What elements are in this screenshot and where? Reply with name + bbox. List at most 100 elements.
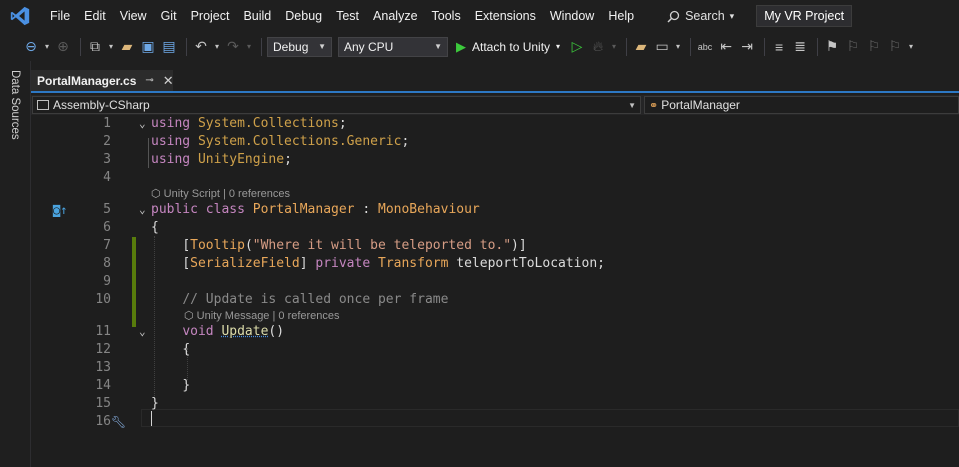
previous-bookmark-icon[interactable]: ⚐ <box>844 38 862 56</box>
keyword: class <box>205 202 245 217</box>
new-project-icon[interactable]: ⧉ <box>86 38 104 56</box>
chevron-down-icon: ▼ <box>318 42 326 51</box>
menu-file[interactable]: File <box>43 0 77 32</box>
menu-window[interactable]: Window <box>543 0 601 32</box>
punctuation: } <box>182 378 191 393</box>
menu-test[interactable]: Test <box>329 0 366 32</box>
undo-icon[interactable]: ↶ <box>192 38 210 56</box>
menu-help[interactable]: Help <box>601 0 641 32</box>
dropdown-arrow-icon[interactable]: ▾ <box>43 38 51 56</box>
collapse-icon[interactable]: ⌄ <box>139 115 146 133</box>
line-number: 15 <box>95 396 111 411</box>
dropdown-arrow-icon[interactable]: ▾ <box>213 38 221 56</box>
codelens-class[interactable]: ⬡ Unity Script | 0 references <box>151 187 290 201</box>
toolbar-separator <box>626 37 628 56</box>
save-all-icon[interactable]: ▤ <box>160 38 178 56</box>
solution-configuration-select[interactable]: Debug ▼ <box>267 36 332 57</box>
punctuation: ] <box>299 256 308 271</box>
solution-explorer-icon[interactable]: ▰ <box>632 38 650 56</box>
navigate-back-icon[interactable]: ⊖ <box>22 38 40 56</box>
menu-tools[interactable]: Tools <box>425 0 468 32</box>
save-icon[interactable]: ▣ <box>139 38 157 56</box>
open-folder-icon[interactable]: ▰ <box>118 38 136 56</box>
comment-lines-icon[interactable]: ≡ <box>770 38 788 56</box>
keyword: public <box>151 202 198 217</box>
window-layout-icon[interactable]: ▭ <box>653 38 671 56</box>
keyword: private <box>315 256 371 271</box>
punctuation: { <box>182 342 191 357</box>
member-dropdown[interactable]: ⚭ PortalManager <box>644 96 959 114</box>
hot-reload-icon[interactable]: 🔥︎ <box>589 38 607 56</box>
uncomment-lines-icon[interactable]: ≣ <box>791 38 809 56</box>
navigation-bar: Assembly-CSharp ▼ ⚭ PortalManager <box>31 95 959 115</box>
attribute-name: SerializeField <box>190 256 300 271</box>
attribute-name: Tooltip <box>190 238 245 253</box>
code-line: 12 { <box>31 341 959 359</box>
unity-icon: ⬡ <box>184 310 194 322</box>
member-label: PortalManager <box>661 98 740 112</box>
collapse-icon[interactable]: ⌄ <box>139 201 146 219</box>
punctuation: )] <box>511 238 527 253</box>
punctuation: [ <box>182 238 191 253</box>
close-icon[interactable]: ✕ <box>163 73 174 89</box>
start-without-debugging-icon[interactable]: ▷ <box>568 38 586 56</box>
string-literal: "Where it will be teleported to." <box>252 238 512 253</box>
code-line: 7 [Tooltip("Where it will be teleported … <box>31 237 959 255</box>
tab-portalmanager[interactable]: PortalManager.cs ⊸ ✕ <box>31 70 174 91</box>
menu-edit[interactable]: Edit <box>77 0 113 32</box>
bookmark-icon[interactable]: ⚑ <box>823 38 841 56</box>
redo-icon[interactable]: ↷ <box>224 38 242 56</box>
punctuation: ; <box>401 134 410 149</box>
punctuation: { <box>151 220 159 235</box>
punctuation: ( <box>244 238 253 253</box>
line-number: 1 <box>103 116 111 131</box>
attach-to-unity-button[interactable]: ▶ Attach to Unity ▾ <box>456 39 560 55</box>
clear-bookmarks-icon[interactable]: ⚐ <box>886 38 904 56</box>
keyword: using <box>151 116 191 131</box>
menu-extensions[interactable]: Extensions <box>468 0 543 32</box>
dropdown-arrow-icon[interactable]: ▾ <box>107 38 115 56</box>
menu-project[interactable]: Project <box>184 0 237 32</box>
menu-debug[interactable]: Debug <box>278 0 329 32</box>
code-line: 16 🔧︎ <box>31 413 959 431</box>
menu-build[interactable]: Build <box>236 0 278 32</box>
codelens-method[interactable]: ⬡ Unity Message | 0 references <box>184 309 340 323</box>
next-bookmark-icon[interactable]: ⚐ <box>865 38 883 56</box>
punctuation: ; <box>284 152 292 167</box>
dropdown-arrow-icon[interactable]: ▾ <box>245 38 253 56</box>
visual-studio-logo-icon[interactable] <box>9 5 31 27</box>
indent-icon[interactable]: ⇤ <box>717 38 735 56</box>
line-number: 8 <box>103 256 111 271</box>
dropdown-arrow-icon[interactable]: ▾ <box>610 38 618 56</box>
solution-name-badge[interactable]: My VR Project <box>756 5 853 27</box>
line-number: 10 <box>95 292 111 307</box>
chevron-down-icon: ▾ <box>729 10 735 21</box>
class-name: PortalManager <box>252 202 355 217</box>
data-sources-tab[interactable]: Data Sources <box>9 70 21 140</box>
outdent-icon[interactable]: ⇥ <box>738 38 756 56</box>
solution-platform-select[interactable]: Any CPU ▼ <box>338 36 448 57</box>
punctuation: ; <box>597 256 605 271</box>
collapse-icon[interactable]: ⌄ <box>139 323 146 341</box>
code-text-area[interactable]: 1 ⌄ using System.Collections; 2 using Sy… <box>31 115 959 467</box>
navigate-forward-icon[interactable]: ⊕ <box>54 38 72 56</box>
chevron-down-icon[interactable]: ▾ <box>556 42 560 51</box>
pin-icon[interactable]: ⊸ <box>145 75 153 86</box>
dropdown-arrow-icon[interactable]: ▾ <box>907 38 915 56</box>
unity-icon: ⬡ <box>151 188 161 200</box>
dropdown-arrow-icon[interactable]: ▾ <box>674 38 682 56</box>
code-line: 8 [SerializeField] private Transform tel… <box>31 255 959 273</box>
line-number: 12 <box>95 342 111 357</box>
punctuation: } <box>151 396 159 411</box>
method-name: Update <box>221 324 269 339</box>
search-button[interactable]: Search ▾ <box>667 9 734 23</box>
project-dropdown[interactable]: Assembly-CSharp ▼ <box>32 96 641 114</box>
quick-actions-screwdriver-icon[interactable]: 🔧︎ <box>111 413 126 431</box>
spell-check-icon[interactable]: abc <box>696 38 714 56</box>
unity-message-gutter-icon[interactable]: ◙↑ <box>53 201 67 219</box>
menu-view[interactable]: View <box>113 0 154 32</box>
menu-analyze[interactable]: Analyze <box>366 0 424 32</box>
namespace: System.Collections.Generic <box>197 134 402 149</box>
code-line: 4 <box>31 169 959 187</box>
menu-git[interactable]: Git <box>154 0 184 32</box>
